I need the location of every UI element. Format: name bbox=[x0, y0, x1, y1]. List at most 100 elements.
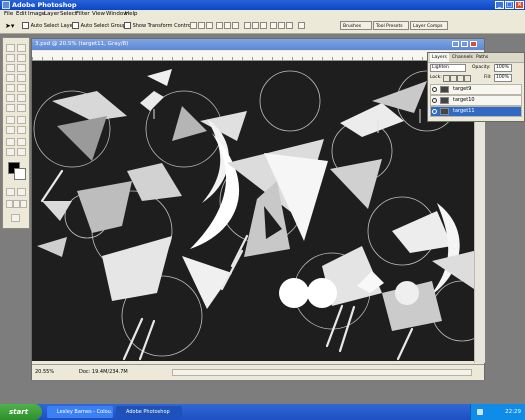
tab-layers[interactable]: Layers bbox=[430, 53, 449, 62]
window-title: Adobe Photoshop bbox=[12, 1, 77, 9]
crop-tool-icon[interactable] bbox=[6, 64, 15, 72]
show-transform-option[interactable]: Show Transform Controls bbox=[124, 22, 195, 30]
align-top-icon[interactable] bbox=[190, 22, 197, 29]
auto-select-layer-option[interactable]: Auto Select Layer bbox=[22, 22, 75, 30]
screen-mode-full-menu-icon[interactable] bbox=[13, 200, 20, 208]
horizontal-scrollbar[interactable] bbox=[172, 369, 472, 376]
menu-edit[interactable]: Edit bbox=[16, 10, 27, 19]
layer-thumbnail bbox=[440, 86, 449, 93]
brush-tool-icon[interactable] bbox=[17, 74, 26, 82]
taskbar-item-photoshop[interactable]: Adobe Photoshop bbox=[116, 406, 182, 418]
opacity-input[interactable]: 100% bbox=[494, 64, 512, 72]
menu-image[interactable]: Image bbox=[28, 10, 45, 19]
lock-transparent-icon[interactable] bbox=[443, 75, 450, 82]
align-left-icon[interactable] bbox=[216, 22, 223, 29]
align-middle-icon[interactable] bbox=[198, 22, 205, 29]
toolbox bbox=[2, 37, 30, 229]
marquee-tool-icon[interactable] bbox=[17, 44, 26, 52]
notes-tool-icon[interactable] bbox=[6, 138, 15, 146]
auto-select-groups-option[interactable]: Auto Select Groups bbox=[72, 22, 129, 30]
hand-tool-icon[interactable] bbox=[6, 148, 15, 156]
visibility-eye-icon[interactable] bbox=[432, 98, 437, 103]
align-right-icon[interactable] bbox=[232, 22, 239, 29]
layer-row[interactable]: target9 bbox=[430, 84, 522, 95]
lock-position-icon[interactable] bbox=[457, 75, 464, 82]
distribute-center-icon[interactable] bbox=[278, 22, 285, 29]
show-transform-label: Show Transform Controls bbox=[132, 23, 195, 29]
lock-all-icon[interactable] bbox=[464, 75, 471, 82]
move-tool-icon[interactable]: ➤▾ bbox=[5, 22, 14, 30]
distribute-middle-icon[interactable] bbox=[252, 22, 259, 29]
history-brush-icon[interactable] bbox=[17, 84, 26, 92]
doc-maximize-button[interactable] bbox=[461, 41, 468, 47]
menu-view[interactable]: View bbox=[92, 10, 105, 19]
quick-mask-icon[interactable] bbox=[17, 188, 26, 196]
path-selection-icon[interactable] bbox=[6, 116, 15, 124]
tab-brushes[interactable]: Brushes bbox=[340, 21, 372, 30]
dodge-tool-icon[interactable] bbox=[17, 104, 26, 112]
auto-select-groups-checkbox[interactable] bbox=[72, 22, 79, 29]
tab-channels[interactable]: Channels bbox=[452, 53, 473, 62]
start-button[interactable]: start bbox=[0, 404, 42, 420]
tab-layer-comps[interactable]: Layer Comps bbox=[410, 21, 448, 30]
screen-mode-full-icon[interactable] bbox=[20, 200, 27, 208]
background-color-swatch[interactable] bbox=[14, 168, 26, 180]
auto-align-icon[interactable] bbox=[298, 22, 305, 29]
menu-help[interactable]: Help bbox=[125, 10, 138, 19]
maximize-button[interactable]: □ bbox=[505, 1, 514, 9]
healing-brush-icon[interactable] bbox=[6, 74, 15, 82]
doc-minimize-button[interactable] bbox=[452, 41, 459, 47]
gradient-tool-icon[interactable] bbox=[17, 94, 26, 102]
zoom-tool-icon[interactable] bbox=[17, 148, 26, 156]
tab-tool-presets[interactable]: Tool Presets bbox=[373, 21, 409, 30]
lasso-tool-icon[interactable] bbox=[6, 54, 15, 62]
align-center-icon[interactable] bbox=[224, 22, 231, 29]
screen-mode-standard-icon[interactable] bbox=[6, 200, 13, 208]
show-transform-checkbox[interactable] bbox=[124, 22, 131, 29]
magic-wand-tool-icon[interactable] bbox=[17, 54, 26, 62]
standard-mode-icon[interactable] bbox=[6, 188, 15, 196]
jump-to-imageready-icon[interactable] bbox=[11, 214, 20, 222]
layer-row[interactable]: target10 bbox=[430, 95, 522, 106]
tab-paths[interactable]: Paths bbox=[476, 53, 488, 62]
document-title: 3.psd @ 20.5% (target11, Gray/8) bbox=[35, 41, 129, 47]
distribute-right-icon[interactable] bbox=[286, 22, 293, 29]
horizontal-ruler bbox=[32, 51, 484, 61]
menu-layer[interactable]: Layer bbox=[44, 10, 59, 19]
doc-close-button[interactable] bbox=[470, 41, 477, 47]
layer-thumbnail bbox=[440, 97, 449, 104]
menu-filter[interactable]: Filter bbox=[76, 10, 90, 19]
menu-file[interactable]: File bbox=[4, 10, 13, 19]
slice-tool-icon[interactable] bbox=[17, 64, 26, 72]
shape-tool-icon[interactable] bbox=[17, 126, 26, 134]
auto-select-layer-checkbox[interactable] bbox=[22, 22, 29, 29]
layer-row-selected[interactable]: target11 bbox=[430, 106, 522, 117]
distribute-top-icon[interactable] bbox=[244, 22, 251, 29]
align-bottom-icon[interactable] bbox=[206, 22, 213, 29]
eyedropper-tool-icon[interactable] bbox=[17, 138, 26, 146]
auto-select-layer-label: Auto Select Layer bbox=[30, 23, 75, 29]
zoom-level[interactable]: 20.55% bbox=[35, 365, 54, 380]
blur-tool-icon[interactable] bbox=[6, 104, 15, 112]
fill-input[interactable]: 100% bbox=[494, 74, 512, 82]
photoshop-app-icon bbox=[2, 1, 10, 9]
menu-select[interactable]: Select bbox=[60, 10, 77, 19]
pen-tool-icon[interactable] bbox=[6, 126, 15, 134]
eraser-tool-icon[interactable] bbox=[6, 94, 15, 102]
type-tool-icon[interactable] bbox=[17, 116, 26, 124]
lock-image-icon[interactable] bbox=[450, 75, 457, 82]
visibility-eye-icon[interactable] bbox=[432, 109, 437, 114]
minimize-button[interactable]: _ bbox=[495, 1, 504, 9]
visibility-eye-icon[interactable] bbox=[432, 87, 437, 92]
layer-thumbnail bbox=[440, 108, 449, 115]
move-tool-icon[interactable] bbox=[6, 44, 15, 52]
distribute-left-icon[interactable] bbox=[270, 22, 277, 29]
canvas[interactable] bbox=[32, 61, 484, 361]
network-icon[interactable] bbox=[477, 409, 483, 415]
taskbar-item-lesley-barnes[interactable]: Lesley Barnes - Colou... bbox=[47, 406, 113, 418]
clone-stamp-icon[interactable] bbox=[6, 84, 15, 92]
blend-mode-select[interactable]: Lighten bbox=[430, 64, 466, 72]
distribute-bottom-icon[interactable] bbox=[260, 22, 267, 29]
document-info[interactable]: Doc: 19.4M/234.7M bbox=[79, 365, 128, 380]
close-button[interactable]: × bbox=[515, 1, 524, 9]
